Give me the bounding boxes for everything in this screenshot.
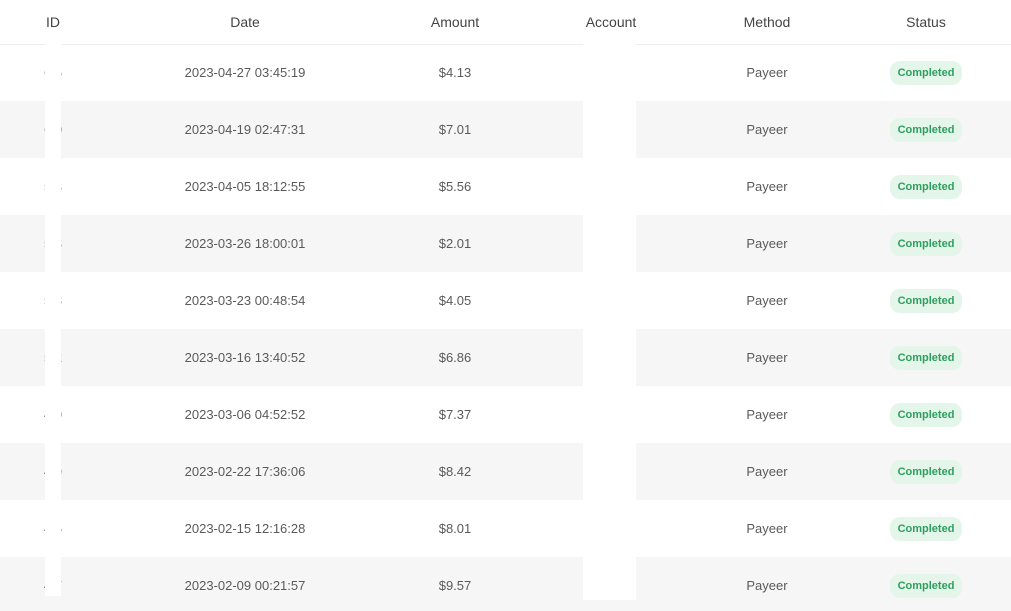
- status-badge: Completed: [889, 516, 963, 541]
- cell-date: 2023-03-06 04:52:52: [184, 407, 306, 422]
- cell-date: 2023-02-09 00:21:57: [184, 578, 306, 593]
- table-row[interactable]: 6 62023-04-27 03:45:19$4.13F 3PayeerComp…: [0, 44, 1011, 101]
- cell-status: Completed: [876, 215, 976, 272]
- cell-method: Payeer: [746, 521, 788, 536]
- cell-amount: $4.05: [438, 293, 472, 308]
- table-row[interactable]: 5 82023-03-23 00:48:54$4.05F 3PayeerComp…: [0, 272, 1011, 329]
- cell-method: Payeer: [746, 122, 788, 137]
- cell-status: Completed: [876, 158, 976, 215]
- status-badge: Completed: [889, 174, 963, 199]
- cell-status: Completed: [876, 101, 976, 158]
- cell-method: Payeer: [746, 578, 788, 593]
- cell-status: Completed: [876, 329, 976, 386]
- cell-amount: $8.42: [438, 464, 472, 479]
- cell-date: 2023-02-15 12:16:28: [184, 521, 306, 536]
- status-badge: Completed: [889, 117, 963, 142]
- status-badge: Completed: [889, 60, 963, 85]
- header-id[interactable]: ID: [22, 0, 84, 44]
- redaction-mask-account: [583, 44, 636, 600]
- redaction-mask-id: [45, 44, 61, 596]
- header-account[interactable]: Account: [555, 0, 667, 44]
- cell-status: Completed: [876, 272, 976, 329]
- cell-amount: $4.13: [438, 65, 472, 80]
- table-row[interactable]: 4 92023-02-22 17:36:06$8.42F 3PayeerComp…: [0, 443, 1011, 500]
- status-badge: Completed: [889, 345, 963, 370]
- status-badge: Completed: [889, 288, 963, 313]
- table-row[interactable]: 6 02023-04-19 02:47:31$7.01F 3PayeerComp…: [0, 101, 1011, 158]
- cell-status: Completed: [876, 443, 976, 500]
- cell-method: Payeer: [746, 293, 788, 308]
- table-row[interactable]: 5 32023-04-05 18:12:55$5.56F 3PayeerComp…: [0, 158, 1011, 215]
- withdrawals-table: ID Date Amount Account Method Status 6 6…: [0, 0, 1011, 611]
- cell-amount: $6.86: [438, 350, 472, 365]
- header-date[interactable]: Date: [150, 0, 340, 44]
- cell-amount: $2.01: [438, 236, 472, 251]
- status-badge: Completed: [889, 402, 963, 427]
- cell-method: Payeer: [746, 350, 788, 365]
- cell-method: Payeer: [746, 65, 788, 80]
- table-row[interactable]: 4 52023-02-15 12:16:28$8.01F 3PayeerComp…: [0, 500, 1011, 557]
- cell-method: Payeer: [746, 236, 788, 251]
- cell-amount: $7.01: [438, 122, 472, 137]
- cell-method: Payeer: [746, 179, 788, 194]
- cell-date: 2023-04-19 02:47:31: [184, 122, 306, 137]
- header-status[interactable]: Status: [876, 0, 976, 44]
- cell-method: Payeer: [746, 407, 788, 422]
- cell-method: Payeer: [746, 464, 788, 479]
- cell-amount: $8.01: [438, 521, 472, 536]
- cell-date: 2023-04-27 03:45:19: [184, 65, 306, 80]
- cell-date: 2023-03-23 00:48:54: [184, 293, 306, 308]
- cell-amount: $5.56: [438, 179, 472, 194]
- cell-status: Completed: [876, 500, 976, 557]
- cell-status: Completed: [876, 44, 976, 101]
- cell-date: 2023-03-16 13:40:52: [184, 350, 306, 365]
- table-row[interactable]: 5 32023-03-26 18:00:01$2.01F 3PayeerComp…: [0, 215, 1011, 272]
- table-row[interactable]: 4 02023-03-06 04:52:52$7.37F 3PayeerComp…: [0, 386, 1011, 443]
- status-badge: Completed: [889, 231, 963, 256]
- cell-date: 2023-04-05 18:12:55: [184, 179, 306, 194]
- status-badge: Completed: [889, 459, 963, 484]
- cell-status: Completed: [876, 386, 976, 443]
- cell-amount: $9.57: [438, 578, 472, 593]
- table-header: ID Date Amount Account Method Status: [0, 0, 1011, 45]
- cell-date: 2023-02-22 17:36:06: [184, 464, 306, 479]
- cell-status: Completed: [876, 557, 976, 611]
- table-row[interactable]: 5 22023-03-16 13:40:52$6.86F 3PayeerComp…: [0, 329, 1011, 386]
- cell-date: 2023-03-26 18:00:01: [184, 236, 306, 251]
- header-amount[interactable]: Amount: [405, 0, 505, 44]
- cell-amount: $7.37: [438, 407, 472, 422]
- table-row[interactable]: 4 72023-02-09 00:21:57$9.57F 3PayeerComp…: [0, 557, 1011, 611]
- header-method[interactable]: Method: [712, 0, 822, 44]
- status-badge: Completed: [889, 573, 963, 598]
